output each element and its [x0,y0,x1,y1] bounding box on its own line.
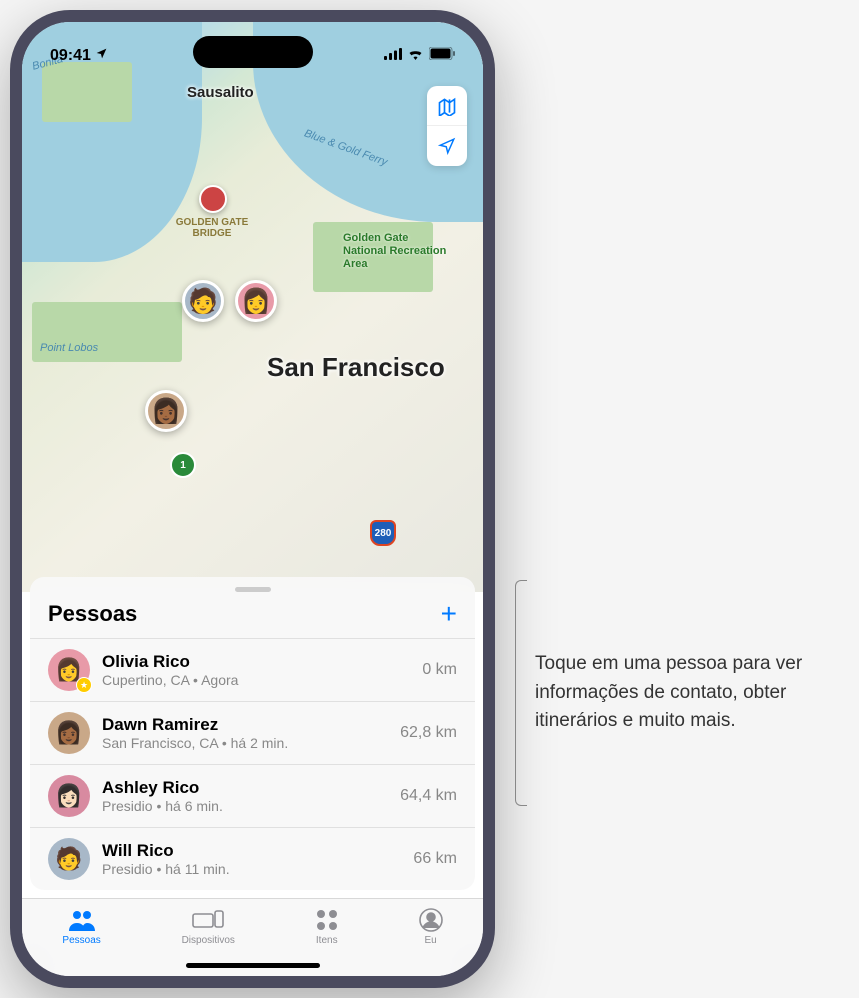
person-name: Ashley Rico [102,778,388,798]
status-time: 09:41 [50,47,91,65]
person-avatar: 🧑 [48,838,90,880]
items-icon [316,907,338,933]
person-location: Cupertino, CA • Agora [102,672,410,688]
highway-shield-1: 1 [170,452,196,478]
map-controls [427,86,467,166]
map-avatar-pin[interactable]: 🧑 [182,280,224,322]
map-label-san-francisco: San Francisco [267,352,445,383]
tab-label: Itens [316,935,338,946]
map-label-point-lobos: Point Lobos [40,342,98,354]
person-location: Presidio • há 6 min. [102,798,388,814]
map-avatar-pin[interactable]: 👩🏾 [145,390,187,432]
person-name: Olivia Rico [102,652,410,672]
map-label-golden-gate-bridge: GOLDEN GATE BRIDGE [167,217,257,239]
person-row[interactable]: 👩🏾 Dawn Ramirez San Francisco, CA • há 2… [30,701,475,764]
person-row[interactable]: 👩🏻 Ashley Rico Presidio • há 6 min. 64,4… [30,764,475,827]
battery-icon [429,47,455,65]
person-row[interactable]: 👩 ★ Olivia Rico Cupertino, CA • Agora 0 … [30,638,475,701]
tab-label: Pessoas [62,935,100,946]
devices-icon [192,907,224,933]
person-distance: 0 km [422,661,457,679]
map-view[interactable]: Bonita Sausalito Blue & Gold Ferry GOLDE… [22,22,483,592]
person-location: Presidio • há 11 min. [102,861,401,877]
callout-text: Toque em uma pessoa para ver informações… [535,653,802,731]
me-icon [419,907,443,933]
wifi-icon [407,47,424,65]
person-name: Dawn Ramirez [102,715,388,735]
sheet-grabber[interactable] [235,587,271,592]
callout-annotation: Toque em uma pessoa para ver informações… [515,650,835,736]
sheet-title: Pessoas [48,601,137,627]
home-indicator[interactable] [186,963,320,968]
map-label-sausalito: Sausalito [187,84,254,101]
person-avatar: 👩 ★ [48,649,90,691]
tab-label: Dispositivos [182,935,235,946]
highway-shield-280: 280 [370,520,396,546]
map-avatar-pin[interactable]: 👩 [235,280,277,322]
person-location: San Francisco, CA • há 2 min. [102,735,388,751]
people-sheet[interactable]: Pessoas + 👩 ★ Olivia Rico Cupertino, CA … [30,577,475,890]
person-distance: 64,4 km [400,787,457,805]
map-label-recreation-area: Golden Gate National Recreation Area [343,232,453,272]
person-distance: 66 km [413,850,457,868]
tab-eu[interactable]: Eu [419,905,443,976]
bridge-pin-icon[interactable] [199,185,227,213]
map-mode-button[interactable] [427,86,467,126]
person-name: Will Rico [102,841,401,861]
tab-label: Eu [424,935,436,946]
phone-screen: 09:41 Boni [22,22,483,976]
people-icon [67,907,97,933]
add-person-button[interactable]: + [441,600,457,628]
person-avatar: 👩🏻 [48,775,90,817]
tab-pessoas[interactable]: Pessoas [62,905,100,976]
phone-frame: 09:41 Boni [10,10,495,988]
favorite-badge-icon: ★ [76,677,92,693]
dynamic-island [193,36,313,68]
cellular-signal-icon [384,47,402,65]
location-indicator-icon [95,47,108,65]
person-avatar: 👩🏾 [48,712,90,754]
person-row[interactable]: 🧑 Will Rico Presidio • há 11 min. 66 km [30,827,475,890]
person-distance: 62,8 km [400,724,457,742]
map-locate-button[interactable] [427,126,467,166]
